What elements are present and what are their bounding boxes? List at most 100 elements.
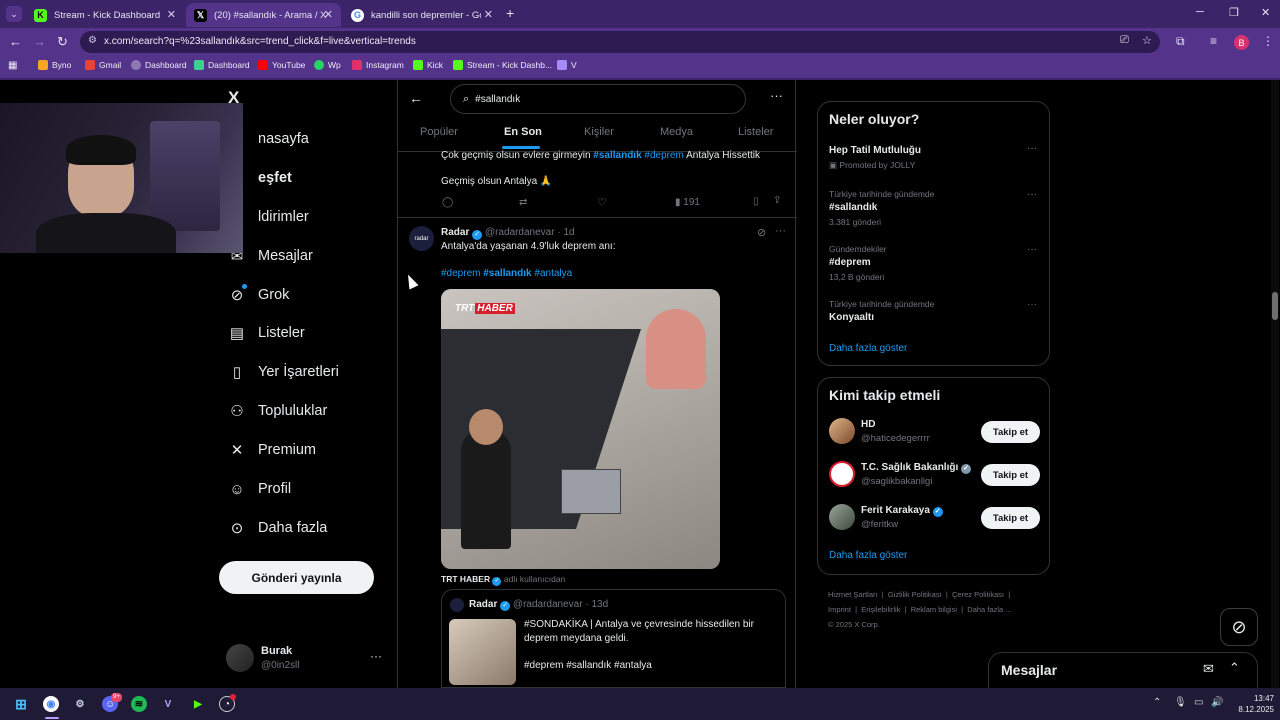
sidebar-item-lists[interactable]: ▤ Listeler bbox=[228, 324, 305, 342]
source-user[interactable]: TRT HABER bbox=[441, 574, 490, 584]
user-avatar[interactable] bbox=[829, 418, 855, 444]
tab-lists[interactable]: Listeler bbox=[738, 126, 773, 138]
tab-kick-dashboard[interactable]: K Stream - Kick Dashboard ✕ bbox=[26, 3, 184, 27]
trend-more-icon[interactable]: ··· bbox=[1027, 189, 1037, 200]
sidebar-item-premium[interactable]: ✕ Premium bbox=[228, 441, 316, 459]
trend-more-icon[interactable]: ··· bbox=[1027, 299, 1037, 310]
tab-x-search[interactable]: 𝕏 (20) #sallandık - Arama / X ✕ bbox=[186, 3, 341, 27]
search-input[interactable]: ⌕ #sallandık bbox=[450, 84, 746, 114]
sidebar-item-bookmarks[interactable]: ▯ Yer İşaretleri bbox=[228, 363, 339, 381]
page-scrollbar[interactable] bbox=[1271, 80, 1279, 688]
hashtag-link[interactable]: #sallandık bbox=[593, 150, 641, 161]
valorant-icon[interactable]: V bbox=[160, 696, 176, 712]
reply-icon[interactable]: ◯ bbox=[442, 197, 453, 208]
user-name[interactable]: Ferit Karakaya bbox=[861, 505, 930, 516]
kick-app-icon[interactable]: ▶ bbox=[190, 696, 206, 712]
trends-show-more-link[interactable]: Daha fazla göster bbox=[829, 343, 907, 354]
tweet-more-icon[interactable]: ··· bbox=[775, 225, 786, 237]
follow-button[interactable]: Takip et bbox=[981, 421, 1040, 443]
bookmark-instagram[interactable]: Instagram bbox=[352, 60, 404, 70]
hashtag-link[interactable]: #sallandık bbox=[483, 268, 531, 279]
views-stat[interactable]: ▮ 191 bbox=[675, 197, 700, 208]
sidebar-item-more[interactable]: ⊙ Daha fazla bbox=[228, 519, 328, 537]
quoted-tweet[interactable]: Radar ✓ @radardanevar · 13d #SONDAKİKA |… bbox=[441, 589, 786, 688]
close-icon[interactable]: ✕ bbox=[484, 8, 493, 21]
menu-kebab-icon[interactable]: ⋮ bbox=[1262, 34, 1274, 48]
bookmark-dashboard-2[interactable]: Dashboard bbox=[194, 60, 250, 70]
hashtag-link[interactable]: #deprem bbox=[441, 268, 480, 279]
hashtag-link[interactable]: #antalya bbox=[534, 268, 572, 279]
reload-icon[interactable]: ↻ bbox=[57, 34, 68, 50]
trend-name[interactable]: #deprem bbox=[829, 257, 871, 268]
bookmark-stream-kick[interactable]: Stream - Kick Dashb... bbox=[453, 60, 552, 70]
user-avatar[interactable] bbox=[829, 461, 855, 487]
volume-icon[interactable]: 🔊 bbox=[1211, 697, 1223, 708]
window-close-icon[interactable]: ✕ bbox=[1261, 6, 1270, 19]
tab-popular[interactable]: Popüler bbox=[420, 126, 458, 138]
footer-link[interactable]: Çerez Politikası bbox=[952, 590, 1004, 599]
network-icon[interactable]: ▭ bbox=[1194, 697, 1203, 708]
bookmark-byno[interactable]: Byno bbox=[38, 60, 71, 70]
bookmark-v[interactable]: V bbox=[557, 60, 577, 70]
tweet-video[interactable]: TRT HABER bbox=[441, 289, 720, 569]
restore-icon[interactable]: ❐ bbox=[1229, 6, 1239, 19]
tab-latest[interactable]: En Son bbox=[504, 126, 542, 138]
site-info-icon[interactable]: ⚙ bbox=[88, 35, 97, 46]
like-icon[interactable]: ♡ bbox=[597, 196, 607, 209]
trend-more-icon[interactable]: ··· bbox=[1027, 244, 1037, 255]
minimize-icon[interactable]: ─ bbox=[1196, 6, 1204, 18]
tray-overflow-icon[interactable]: ⌃ bbox=[1153, 697, 1161, 708]
tab-google-search[interactable]: G kandilli son depremler - Google ✕ bbox=[343, 3, 501, 27]
bookmark-whatsapp[interactable]: Wp bbox=[314, 60, 341, 70]
footer-link[interactable]: Imprint bbox=[828, 605, 851, 614]
tab-media[interactable]: Medya bbox=[660, 126, 693, 138]
retweet-icon[interactable]: ⇄ bbox=[519, 197, 527, 208]
clock[interactable]: 13:47 8.12.2025 bbox=[1229, 693, 1274, 715]
author-name[interactable]: Radar bbox=[441, 227, 469, 238]
post-button[interactable]: Gönderi yayınla bbox=[219, 561, 374, 594]
close-icon[interactable]: ✕ bbox=[167, 8, 176, 21]
windows-start-icon[interactable]: ⊞ bbox=[13, 696, 29, 712]
radar-avatar[interactable]: radar bbox=[409, 226, 434, 251]
bookmark-kick[interactable]: Kick bbox=[413, 60, 443, 70]
bookmark-youtube[interactable]: YouTube bbox=[258, 60, 305, 70]
new-message-icon[interactable]: ✉ bbox=[1203, 661, 1214, 677]
bookmark-star-icon[interactable]: ☆ bbox=[1142, 34, 1152, 47]
grok-explain-icon[interactable]: ⊘ bbox=[757, 226, 766, 239]
chrome-icon[interactable]: ◉ bbox=[43, 696, 59, 712]
footer-link[interactable]: Gizlilik Politikası bbox=[888, 590, 942, 599]
follow-button[interactable]: Takip et bbox=[981, 464, 1040, 486]
spotify-icon[interactable]: ≋ bbox=[131, 696, 147, 712]
trend-name[interactable]: Konyaaltı bbox=[829, 312, 874, 323]
sidebar-item-communities[interactable]: ⚇ Topluluklar bbox=[228, 402, 327, 420]
address-bar[interactable]: ⚙ x.com/search?q=%23sallandık&src=trend_… bbox=[80, 31, 1160, 53]
trend-more-icon[interactable]: ··· bbox=[1027, 143, 1037, 154]
apps-grid-icon[interactable]: ▦ bbox=[8, 60, 17, 71]
forward-icon[interactable]: → bbox=[33, 34, 46, 49]
account-avatar[interactable] bbox=[226, 644, 254, 672]
trend-name[interactable]: #sallandık bbox=[829, 202, 877, 213]
footer-link[interactable]: Erişilebilirlik bbox=[861, 605, 900, 614]
tweet-time[interactable]: 1d bbox=[563, 227, 574, 238]
media-control-icon[interactable]: ≡ bbox=[1210, 34, 1217, 48]
extensions-icon[interactable]: ⧉ bbox=[1176, 34, 1185, 49]
tab-people[interactable]: Kişiler bbox=[584, 126, 614, 138]
footer-link[interactable]: Hizmet Şartları bbox=[828, 590, 878, 599]
back-arrow-icon[interactable]: ← bbox=[409, 90, 423, 106]
user-name[interactable]: T.C. Sağlık Bakanlığı bbox=[861, 462, 958, 473]
hashtag-link[interactable]: #deprem bbox=[644, 150, 683, 161]
account-more-icon[interactable]: ··· bbox=[370, 649, 382, 663]
cast-icon[interactable]: ⎚ bbox=[1120, 34, 1129, 47]
follow-button[interactable]: Takip et bbox=[981, 507, 1040, 529]
bookmark-dashboard-1[interactable]: Dashboard bbox=[131, 60, 187, 70]
footer-link[interactable]: Reklam bilgisi bbox=[911, 605, 957, 614]
new-tab-icon[interactable]: + bbox=[506, 5, 514, 21]
search-settings-icon[interactable]: ··· bbox=[770, 88, 783, 103]
profile-avatar[interactable]: B bbox=[1234, 35, 1249, 50]
expand-icon[interactable]: ⌃ bbox=[1229, 660, 1240, 676]
scrollbar-thumb[interactable] bbox=[1272, 292, 1278, 320]
bookmark-icon[interactable]: ▯ bbox=[753, 196, 759, 207]
user-name[interactable]: HD bbox=[861, 419, 875, 430]
steam-icon[interactable]: ⚙ bbox=[72, 696, 88, 712]
microphone-icon[interactable]: 🎙 bbox=[1174, 697, 1187, 708]
